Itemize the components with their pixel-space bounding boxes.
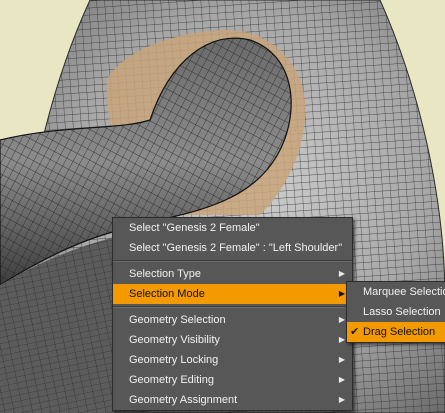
submenu-arrow-icon: ▶: [338, 375, 345, 384]
menu-item-select-figure[interactable]: Select "Genesis 2 Female": [113, 218, 352, 238]
menu-item-label: Geometry Locking: [129, 354, 219, 366]
menu-item-geometry-visibility[interactable]: Geometry Visibility ▶: [113, 330, 352, 350]
menu-item-selection-type[interactable]: Selection Type ▶: [113, 264, 352, 284]
menu-item-label: Selection Type: [129, 268, 201, 280]
menu-item-geometry-editing[interactable]: Geometry Editing ▶: [113, 370, 352, 390]
submenu-arrow-icon: ▶: [338, 335, 345, 344]
menu-separator: [113, 306, 352, 308]
menu-item-label: Select "Genesis 2 Female" : "Left Should…: [129, 242, 343, 254]
menu-separator: [113, 260, 352, 262]
menu-item-label: Geometry Visibility: [129, 334, 220, 346]
menu-item-select-figure-bone[interactable]: Select "Genesis 2 Female" : "Left Should…: [113, 238, 352, 258]
submenu-item-lasso-selection[interactable]: Lasso Selection: [347, 302, 445, 322]
submenu-arrow-icon: ▶: [338, 395, 345, 404]
submenu-arrow-icon: ▶: [338, 269, 345, 278]
menu-item-geometry-locking[interactable]: Geometry Locking ▶: [113, 350, 352, 370]
submenu-item-drag-selection[interactable]: ✔ Drag Selection: [347, 322, 445, 342]
selection-mode-submenu: Marquee Selection Lasso Selection ✔ Drag…: [346, 281, 445, 343]
menu-item-label: Drag Selection: [363, 326, 436, 338]
menu-item-label: Lasso Selection: [363, 306, 441, 318]
menu-item-label: Geometry Selection: [129, 314, 226, 326]
context-menu: Select "Genesis 2 Female" Select "Genesi…: [112, 217, 353, 411]
menu-item-geometry-selection[interactable]: Geometry Selection ▶: [113, 310, 352, 330]
checkmark-icon: ✔: [350, 326, 360, 338]
submenu-arrow-icon: ▶: [338, 289, 345, 298]
menu-item-label: Marquee Selection: [363, 286, 445, 298]
menu-item-geometry-assignment[interactable]: Geometry Assignment ▶: [113, 390, 352, 410]
menu-item-label: Selection Mode: [129, 288, 205, 300]
menu-item-selection-mode[interactable]: Selection Mode ▶: [113, 284, 352, 304]
submenu-arrow-icon: ▶: [338, 355, 345, 364]
menu-item-label: Select "Genesis 2 Female": [129, 222, 260, 234]
menu-item-label: Geometry Editing: [129, 374, 214, 386]
submenu-item-marquee-selection[interactable]: Marquee Selection: [347, 282, 445, 302]
menu-item-label: Geometry Assignment: [129, 394, 238, 406]
submenu-arrow-icon: ▶: [338, 315, 345, 324]
